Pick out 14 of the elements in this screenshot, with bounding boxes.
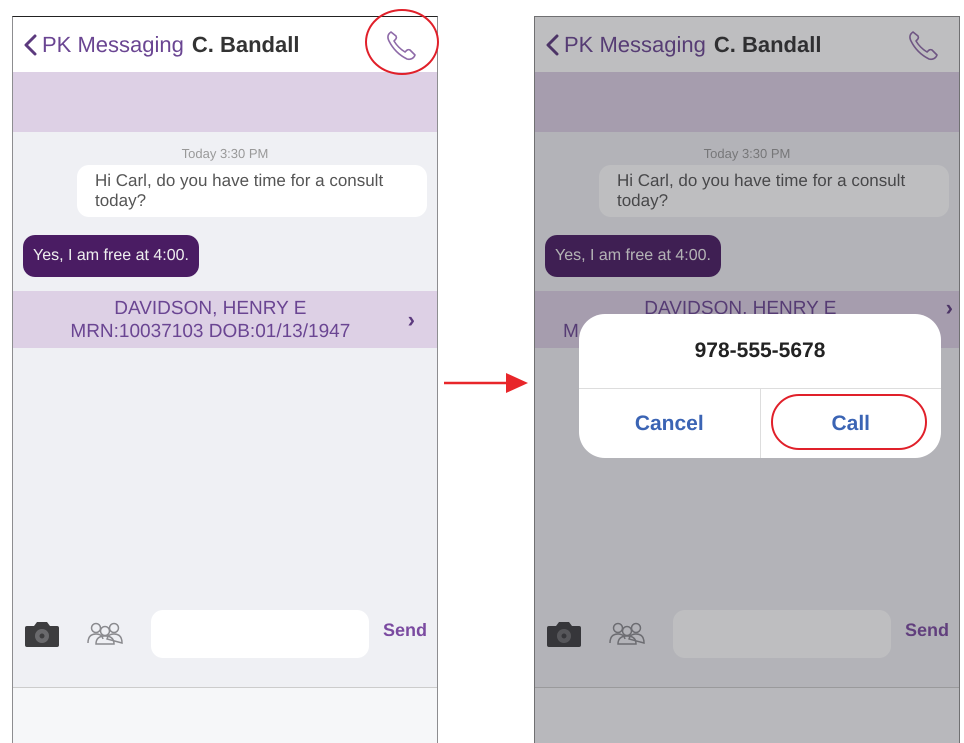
message-bubble: Hi Carl, do you have time for a consult today? <box>599 165 949 217</box>
message-timestamp: Today 3:30 PM <box>180 146 270 161</box>
contact-name: C. Bandall <box>192 32 300 58</box>
patient-name: DAVIDSON, HENRY E <box>113 296 308 320</box>
message-bubble: Yes, I am free at 4:00. <box>545 235 721 277</box>
phone-number: 978-555-5678 <box>579 314 941 389</box>
chevron-icon: › <box>946 295 953 321</box>
patient-details: MRN:10037103 DOB:01/13/1947 <box>69 320 352 342</box>
message-bubble: Yes, I am free at 4:00. <box>23 235 199 277</box>
contact-name: C. Bandall <box>714 32 822 58</box>
patient-details: M <box>562 320 580 342</box>
message-bubble: Hi Carl, do you have time for a consult today? <box>77 165 427 217</box>
chevron-icon: › <box>408 306 415 332</box>
message-timestamp: Today 3:30 PM <box>702 146 792 161</box>
